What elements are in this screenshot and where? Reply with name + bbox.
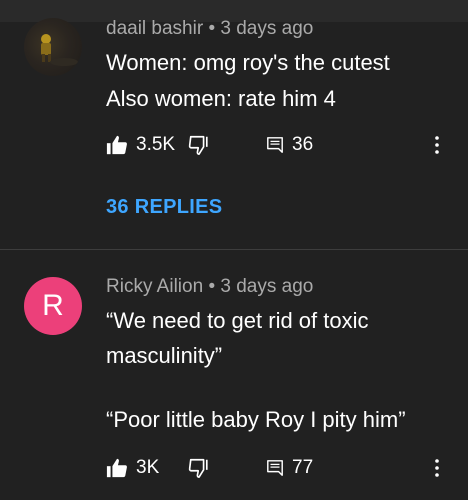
timestamp[interactable]: 3 days ago — [220, 18, 313, 39]
view-replies-link[interactable]: 36 REPLIES — [106, 196, 222, 219]
divider — [0, 249, 468, 250]
reply-count: 36 — [292, 134, 314, 155]
avatar[interactable] — [24, 18, 82, 76]
reply-button[interactable]: 77 — [266, 453, 313, 483]
like-button[interactable]: 3K — [106, 453, 159, 483]
comment-meta: daail bashir • 3 days ago — [106, 18, 313, 40]
meta-separator: • — [208, 18, 216, 39]
more-vertical-icon — [435, 459, 439, 477]
more-options-button[interactable] — [434, 130, 440, 160]
author-name[interactable]: Ricky Ailion — [106, 276, 203, 297]
thumb-up-icon — [106, 135, 127, 155]
comment-text-line: Also women: rate him 4 — [106, 86, 336, 111]
thumb-down-icon — [188, 135, 208, 155]
dislike-button[interactable] — [188, 453, 210, 483]
comment-meta: Ricky Ailion • 3 days ago — [106, 276, 313, 298]
more-options-button[interactable] — [434, 453, 440, 483]
comment: R Ricky Ailion • 3 days ago “We need to … — [0, 251, 468, 500]
reply-count: 77 — [292, 457, 314, 478]
like-count: 3.5K — [136, 134, 176, 155]
comment-actions: 3K 77 — [106, 453, 456, 483]
comment-icon — [267, 137, 283, 153]
like-count: 3K — [136, 457, 160, 478]
comment-actions: 3.5K 36 — [106, 130, 456, 160]
avatar[interactable]: R — [24, 277, 82, 335]
thumb-down-icon — [188, 458, 208, 478]
like-button[interactable]: 3.5K — [106, 130, 175, 160]
comment-icon — [267, 460, 283, 476]
comment-text-line: masculinity” — [106, 343, 223, 368]
author-name[interactable]: daail bashir — [106, 18, 203, 39]
dislike-button[interactable] — [188, 130, 210, 160]
more-vertical-icon — [435, 136, 439, 154]
comment-text-line: “Poor little baby Roy I pity him” — [106, 407, 406, 432]
thumb-up-icon — [106, 458, 127, 478]
comment-text-line: “We need to get rid of toxic — [106, 308, 369, 333]
avatar-letter: R — [42, 289, 64, 322]
comment: daail bashir • 3 days ago Women: omg roy… — [0, 0, 468, 250]
timestamp[interactable]: 3 days ago — [220, 276, 313, 297]
avatar-photo-icon — [41, 34, 78, 66]
comment-text-line: Women: omg roy's the cutest — [106, 50, 390, 75]
reply-button[interactable]: 36 — [266, 130, 313, 160]
meta-separator: • — [208, 276, 216, 297]
